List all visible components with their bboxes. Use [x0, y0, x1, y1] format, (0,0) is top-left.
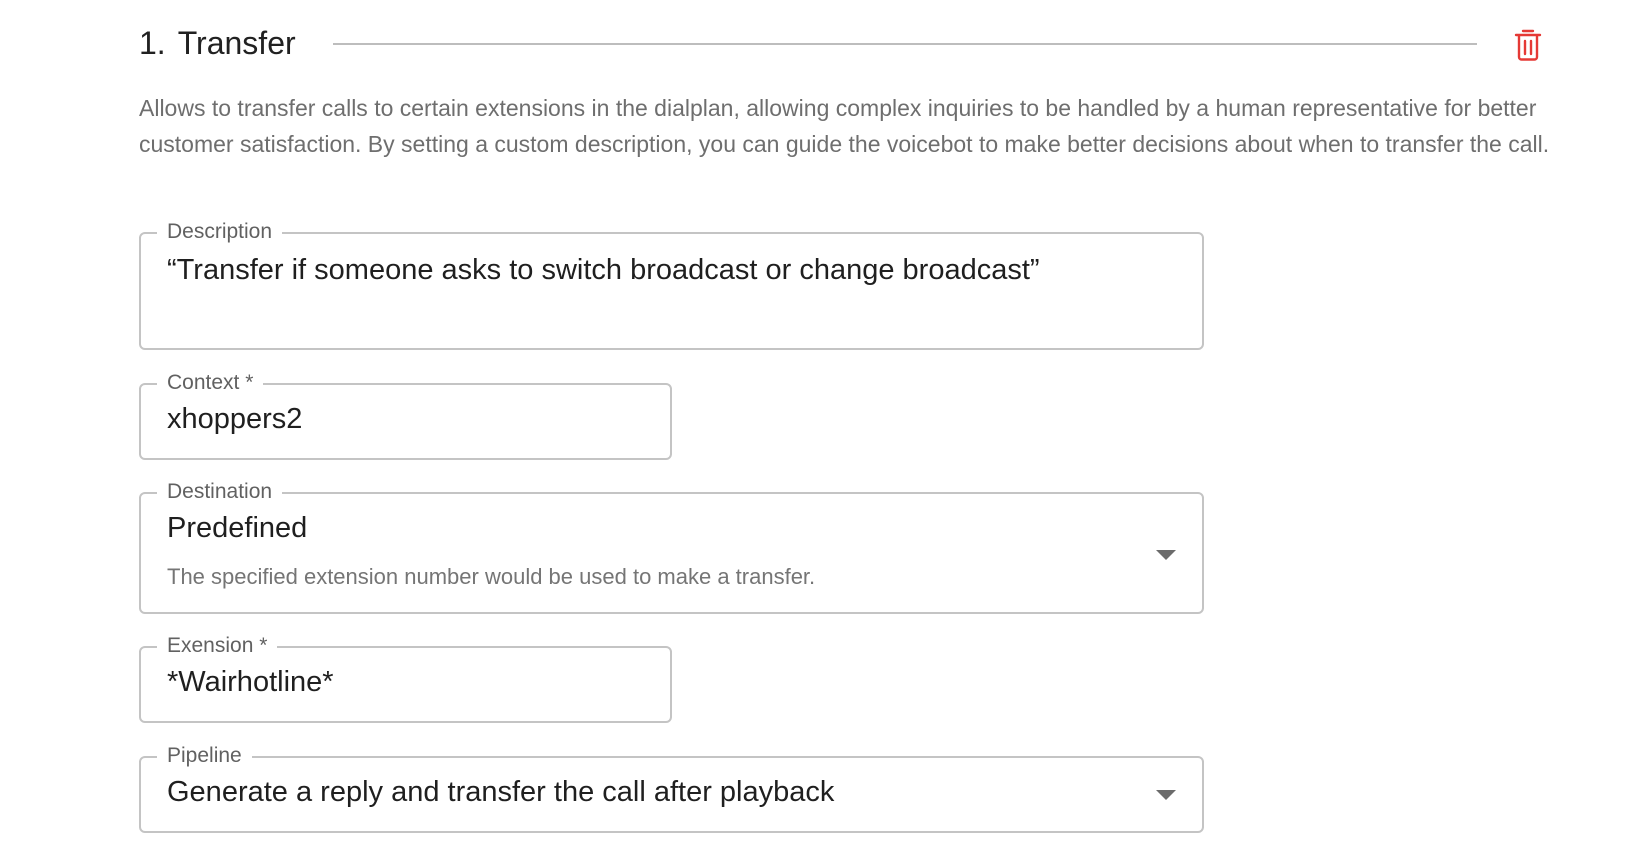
- caret-down-icon[interactable]: [1156, 550, 1176, 560]
- section-title-text: Transfer: [177, 25, 296, 61]
- destination-label: Destination: [157, 479, 283, 505]
- transfer-settings-page: 1. Transfer Allows to transfer calls to c…: [0, 0, 1638, 856]
- extension-label: Exension *: [157, 633, 278, 659]
- destination-select[interactable]: Destination Predefined The specified ext…: [139, 479, 1204, 614]
- extension-field[interactable]: Exension * *Wairhotline*: [139, 633, 672, 723]
- destination-value[interactable]: Predefined: [167, 512, 307, 545]
- description-label: Description: [157, 219, 283, 245]
- section-title: 1. Transfer: [139, 25, 296, 62]
- section-description: Allows to transfer calls to certain exte…: [139, 95, 1550, 157]
- caret-down-icon[interactable]: [1156, 790, 1176, 800]
- pipeline-label: Pipeline: [157, 743, 252, 769]
- description-field[interactable]: Description “Transfer if someone asks to…: [139, 219, 1204, 350]
- delete-section-button[interactable]: [1504, 21, 1552, 69]
- description-value[interactable]: “Transfer if someone asks to switch broa…: [167, 254, 1040, 287]
- context-field[interactable]: Context * xhoppers2: [139, 370, 672, 460]
- pipeline-select[interactable]: Pipeline Generate a reply and transfer t…: [139, 743, 1204, 833]
- context-value[interactable]: xhoppers2: [167, 403, 302, 436]
- trash-icon: [1514, 29, 1542, 61]
- destination-helper-text: The specified extension number would be …: [167, 564, 816, 589]
- section-number: 1.: [139, 25, 166, 61]
- context-label: Context *: [157, 370, 264, 396]
- extension-value[interactable]: *Wairhotline*: [167, 666, 334, 699]
- section-header: 1. Transfer: [139, 18, 1559, 70]
- section-divider: [333, 43, 1477, 45]
- pipeline-value[interactable]: Generate a reply and transfer the call a…: [167, 776, 834, 809]
